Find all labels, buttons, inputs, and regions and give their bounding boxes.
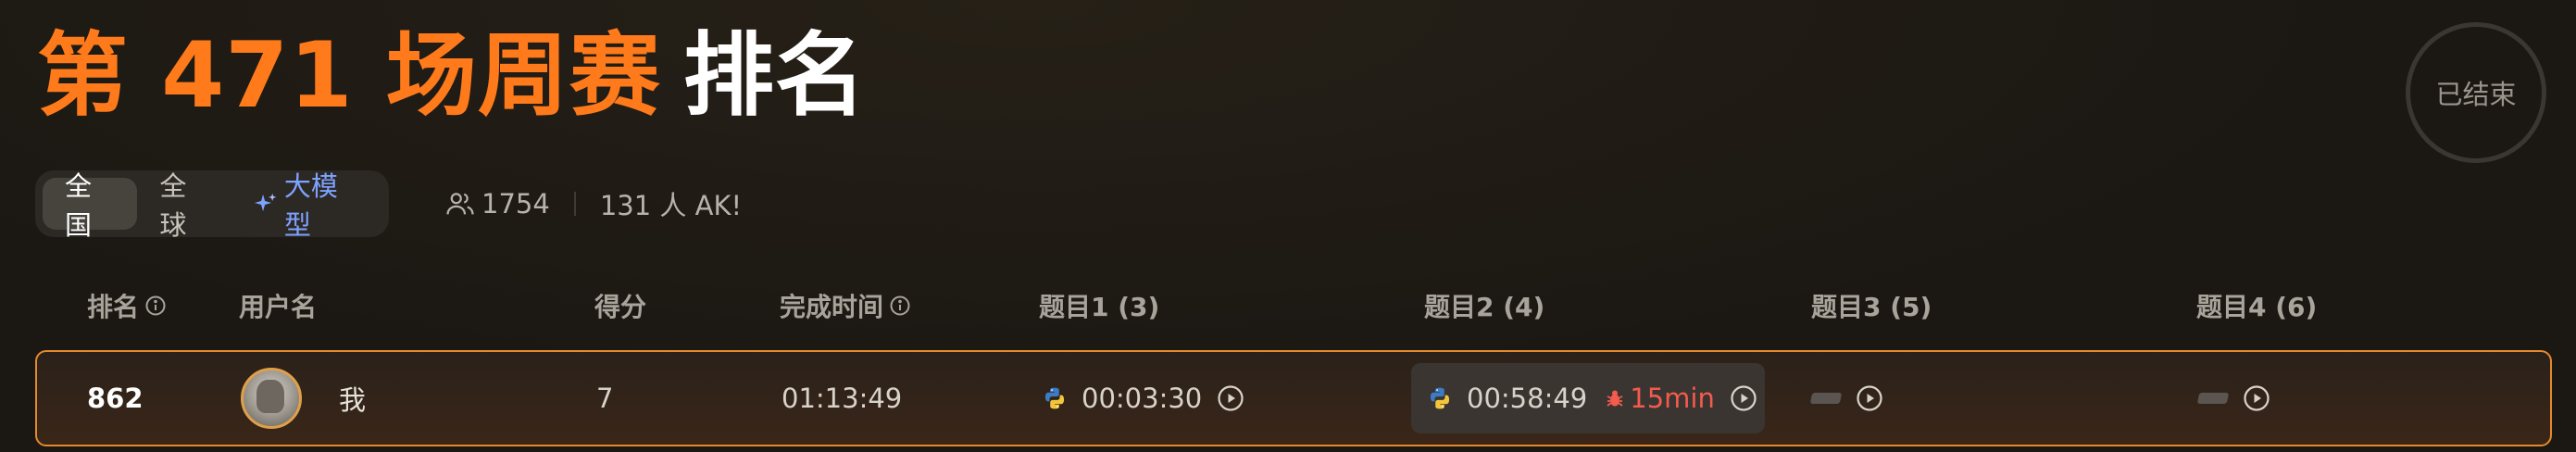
- users-icon: [446, 193, 474, 215]
- tab-national[interactable]: 全国: [43, 170, 138, 241]
- header-rank-label: 排名: [87, 292, 140, 322]
- header-username: 用户名: [239, 287, 317, 324]
- tab-llm-label: 大模型: [283, 170, 338, 241]
- ranking-scope-tabs: 全国 全球 大模型: [35, 170, 389, 241]
- tab-llm[interactable]: 大模型: [232, 170, 381, 241]
- info-icon[interactable]: [144, 295, 167, 317]
- participant-count: 1754: [481, 188, 550, 220]
- q2-time: 00:58:49: [1467, 383, 1588, 414]
- page-title: 第 471 场周赛 排名: [37, 20, 867, 132]
- contest-status-label: 已结束: [2435, 79, 2517, 110]
- play-icon[interactable]: [1217, 384, 1244, 412]
- header-score-label: 得分: [594, 292, 647, 322]
- header-score: 得分: [594, 287, 646, 324]
- row-q2: 00:58:49 15min: [1428, 352, 1757, 445]
- tab-global-label: 全球: [159, 170, 187, 241]
- row-q3: [1809, 352, 1883, 445]
- tab-global[interactable]: 全球: [137, 170, 231, 241]
- row-q4: [2196, 352, 2270, 445]
- row-score: 7: [596, 383, 614, 414]
- header-finish-time-label: 完成时间: [780, 292, 884, 322]
- row-username: 我: [339, 384, 367, 416]
- contest-status-badge: 已结束: [2406, 22, 2546, 163]
- sparkle-icon: [254, 193, 276, 212]
- page-title-suffix: 排名: [682, 23, 867, 129]
- stats-divider: [573, 192, 576, 216]
- q1-time: 00:03:30: [1082, 383, 1203, 414]
- row-finish-time: 01:13:49: [782, 383, 903, 414]
- contest-name: 第 471 场周赛: [37, 23, 661, 129]
- play-icon[interactable]: [1730, 384, 1757, 412]
- q4-unsolved-placeholder: [2196, 393, 2230, 404]
- python-icon: [1430, 387, 1450, 409]
- row-rank: 862: [87, 383, 144, 414]
- header-q2-label: 题目2 (4): [1424, 292, 1545, 322]
- play-icon[interactable]: [1856, 384, 1883, 412]
- header-q4-label: 题目4 (6): [2196, 292, 2318, 322]
- python-icon: [1044, 387, 1065, 409]
- header-q3: 题目3 (5): [1811, 287, 1932, 324]
- header-q3-label: 题目3 (5): [1811, 292, 1932, 322]
- row-q1: 00:03:30: [1043, 352, 1244, 445]
- header-username-label: 用户名: [239, 292, 318, 322]
- header-finish-time: 完成时间: [780, 287, 911, 324]
- info-icon[interactable]: [889, 295, 911, 317]
- ak-count: 131 人 AK!: [599, 190, 743, 221]
- row-user[interactable]: 我: [241, 352, 366, 445]
- q3-unsolved-placeholder: [1809, 393, 1843, 404]
- header-q1: 题目1 (3): [1039, 287, 1159, 324]
- header-q4: 题目4 (6): [2196, 287, 2317, 324]
- q2-penalty: 15min: [1604, 383, 1715, 414]
- play-icon[interactable]: [2243, 384, 2270, 412]
- q2-penalty-value: 15min: [1630, 383, 1715, 414]
- header-q1-label: 题目1 (3): [1039, 292, 1160, 322]
- header-rank: 排名: [87, 287, 167, 324]
- table-row-me: 862 我 7 01:13:49 00:03:30 00:58:49 15min: [35, 350, 2552, 446]
- header-q2: 题目2 (4): [1424, 287, 1544, 324]
- avatar[interactable]: [241, 368, 302, 429]
- contest-stats: 1754 131 人 AK!: [444, 182, 742, 226]
- tab-national-label: 全国: [65, 170, 93, 241]
- bug-icon: [1607, 390, 1623, 407]
